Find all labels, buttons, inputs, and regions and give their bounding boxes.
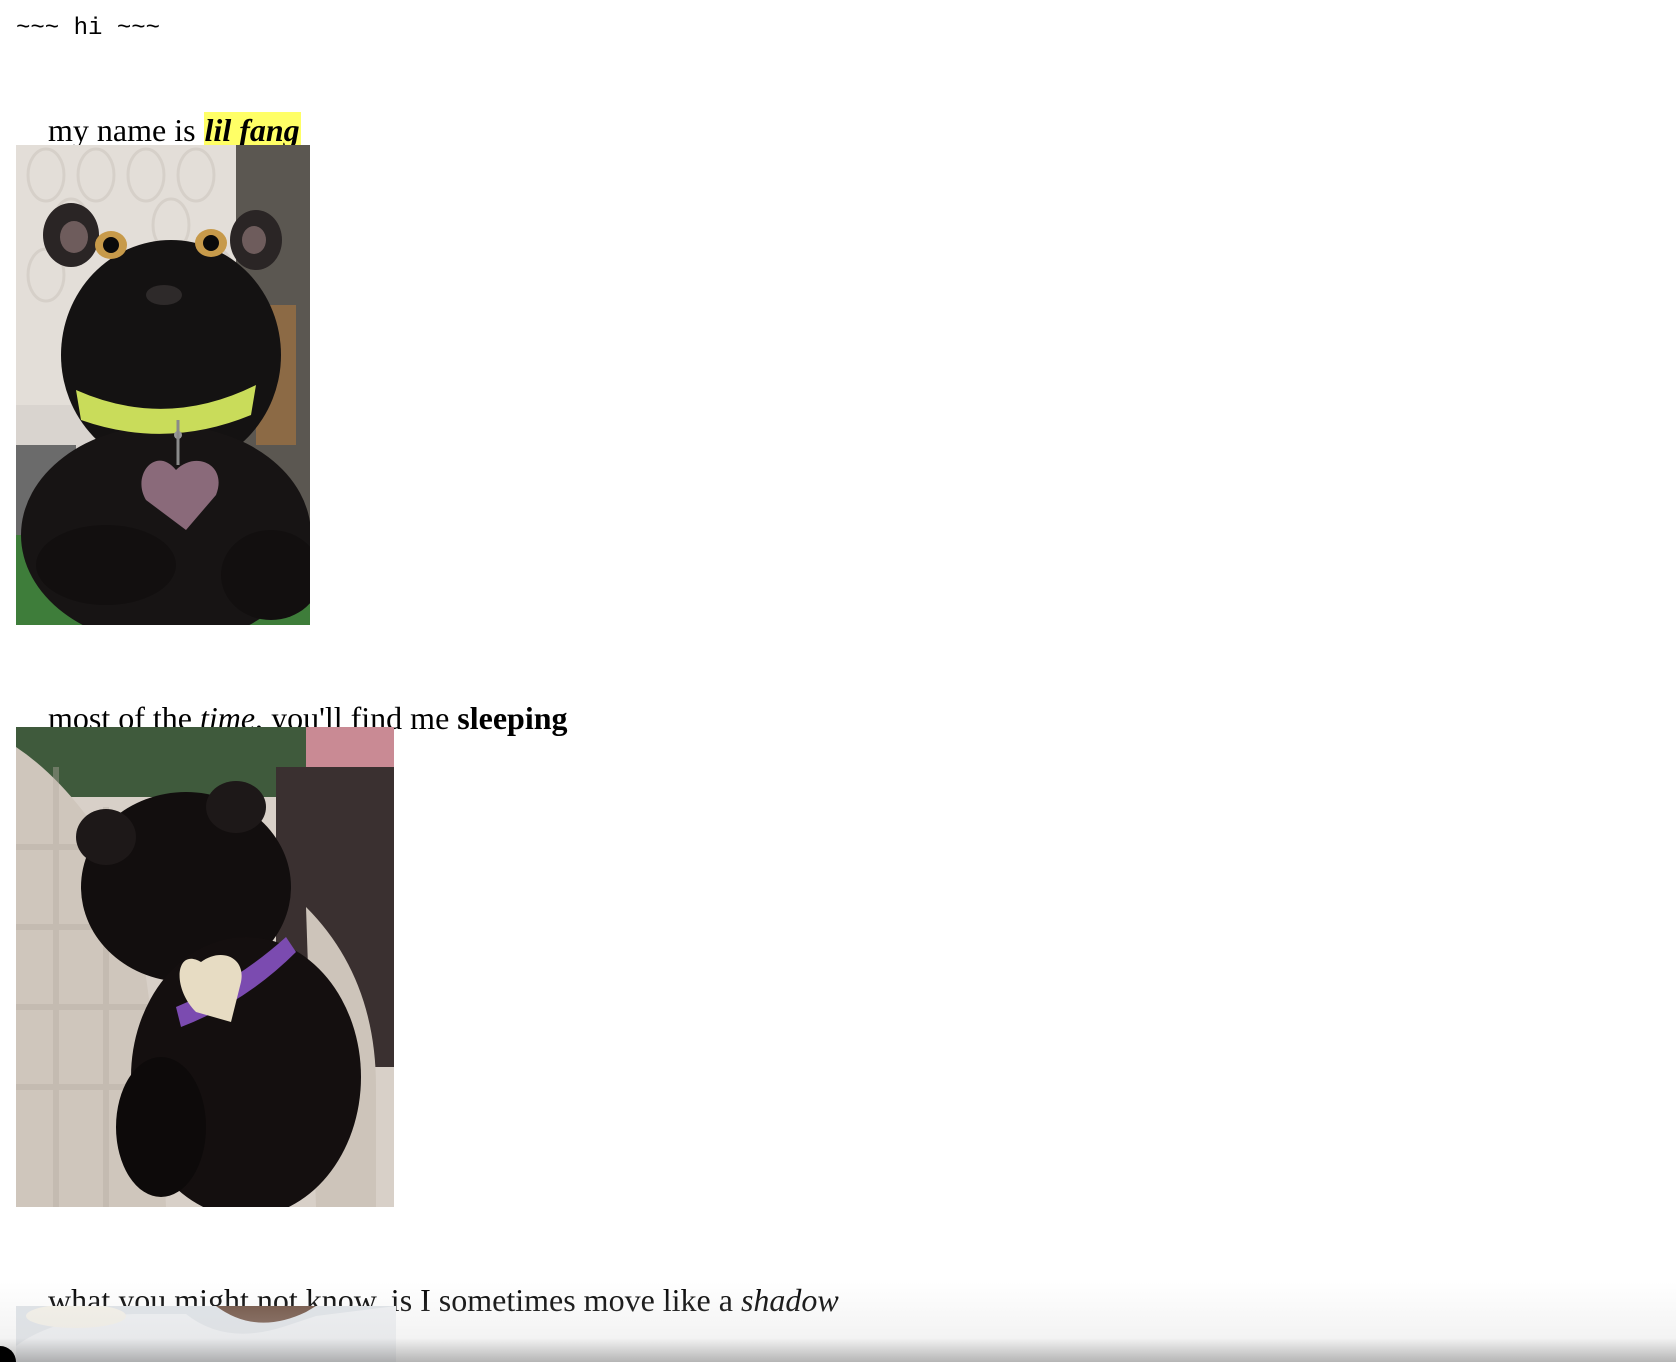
cat-name-highlight: lil fang: [203, 112, 301, 148]
window-corner: [0, 1346, 16, 1362]
shadow-line-em: shadow: [740, 1282, 839, 1318]
intro-prefix: my name is: [48, 112, 204, 148]
cat-photo-1-image: [16, 145, 310, 625]
cat-photo-3: [16, 1306, 396, 1362]
cat-photo-2-image: [16, 727, 394, 1207]
cat-photo-1: [16, 145, 310, 625]
greeting-heading: ~~~ hi ~~~: [16, 15, 161, 42]
cat-photo-3-image: [16, 1306, 396, 1362]
cat-photo-2: [16, 727, 394, 1207]
sleep-line-strong: sleeping: [457, 700, 568, 736]
